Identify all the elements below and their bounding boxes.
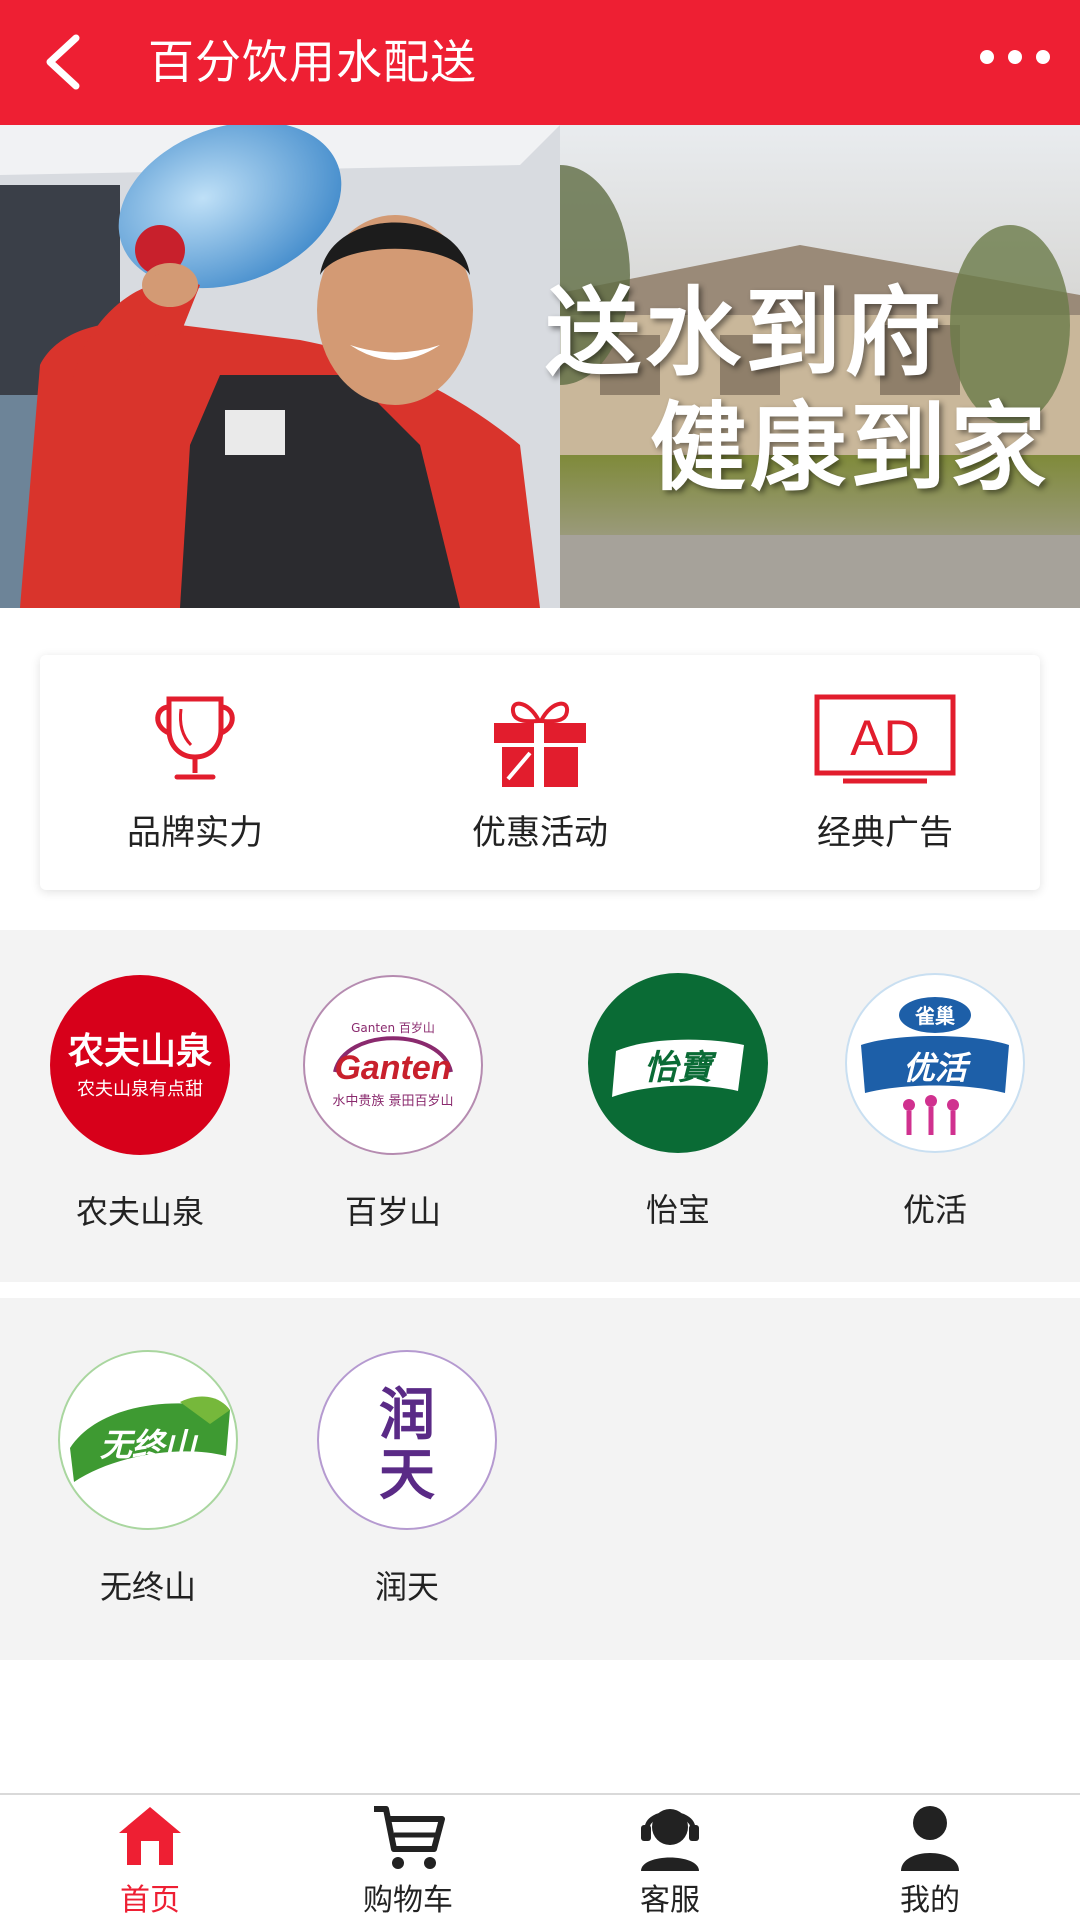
brand-label: 怡宝 [645,1191,710,1229]
youhuo-logo: 雀巢 优活 [845,973,1025,1153]
feature-label: 品牌实力 [127,813,263,853]
more-button[interactable] [980,42,1050,72]
wuzhongshan-logo: 无终山 [58,1350,238,1530]
tab-label: 客服 [640,1883,700,1918]
svg-text:Ganten: Ganten [334,1049,451,1087]
brand-row-1: 农夫山泉 农夫山泉有点甜 农夫山泉 Ganten 百岁山 Ganten 水中贵族… [0,930,1080,1282]
brand-label: 农夫山泉 [75,1193,204,1231]
tab-customer-service[interactable]: 客服 [570,1795,770,1922]
bottom-tab-bar: 首页 购物车 客服 我的 [0,1793,1080,1922]
tab-cart[interactable]: 购物车 [308,1795,508,1922]
back-button[interactable] [38,30,98,95]
svg-text:优活: 优活 [903,1049,972,1087]
brand-item-ganten[interactable]: Ganten 百岁山 Ganten 水中贵族 景田百岁山 百岁山 [283,975,503,1235]
runtian-logo: 润 天 [317,1350,497,1530]
feature-classic-ads[interactable]: AD 经典广告 [755,655,1015,890]
tab-label: 首页 [120,1883,180,1918]
ad-tv-icon: AD [814,694,956,784]
gift-icon [494,701,586,787]
svg-text:AD: AD [850,710,919,766]
nongfu-logo: 农夫山泉 农夫山泉有点甜 [50,975,230,1155]
feature-promotions[interactable]: 优惠活动 [410,655,670,890]
header-bar: 百分饮用水配送 [0,0,1080,125]
svg-text:怡寶: 怡寶 [644,1048,717,1088]
banner-slogan-line2: 健康到家 [650,392,1050,504]
feature-brand-strength[interactable]: 品牌实力 [65,655,325,890]
brand-row-2: 无终山 无终山 润 天 润天 [0,1298,1080,1660]
svg-text:无终山: 无终山 [100,1426,199,1464]
feature-label: 经典广告 [817,813,953,853]
tab-label: 我的 [900,1883,960,1918]
brand-item-yibao[interactable]: 怡寶 怡宝 [568,973,788,1235]
user-icon [901,1806,959,1871]
brand-item-wuzhongshan[interactable]: 无终山 无终山 [38,1350,258,1620]
cart-icon [374,1806,445,1869]
home-icon [119,1807,181,1865]
tab-me[interactable]: 我的 [830,1795,1030,1922]
feature-card: 品牌实力 优惠活动 AD 经典广告 [40,655,1040,890]
svg-text:水中贵族 景田百岁山: 水中贵族 景田百岁山 [332,1093,453,1109]
svg-text:天: 天 [379,1443,435,1508]
tab-label: 购物车 [363,1883,453,1918]
ganten-logo: Ganten 百岁山 Ganten 水中贵族 景田百岁山 [303,975,483,1155]
svg-text:农夫山泉: 农夫山泉 [68,1031,212,1072]
customer-service-icon [641,1809,699,1871]
brand-label: 百岁山 [344,1193,441,1231]
svg-text:雀巢: 雀巢 [914,1004,955,1028]
feature-label: 优惠活动 [472,813,608,853]
brand-label: 优活 [902,1191,967,1229]
brand-label: 无终山 [99,1568,196,1606]
trophy-icon [155,696,235,780]
ellipsis-icon [980,50,994,64]
tab-home[interactable]: 首页 [50,1795,250,1922]
brand-item-nongfu[interactable]: 农夫山泉 农夫山泉有点甜 农夫山泉 [30,975,250,1235]
svg-text:农夫山泉有点甜: 农夫山泉有点甜 [77,1079,203,1100]
svg-text:润: 润 [379,1383,435,1448]
chevron-left-icon [46,34,80,90]
brand-item-runtian[interactable]: 润 天 润天 [297,1350,517,1620]
svg-text:Ganten 百岁山: Ganten 百岁山 [351,1020,435,1035]
yibao-logo: 怡寶 [588,973,768,1153]
page-title: 百分饮用水配送 [148,35,477,89]
hero-banner[interactable]: 送水到府 健康到家 [0,125,1080,608]
brand-item-youhuo[interactable]: 雀巢 优活 优活 [825,973,1045,1235]
brand-label: 润天 [374,1568,439,1606]
